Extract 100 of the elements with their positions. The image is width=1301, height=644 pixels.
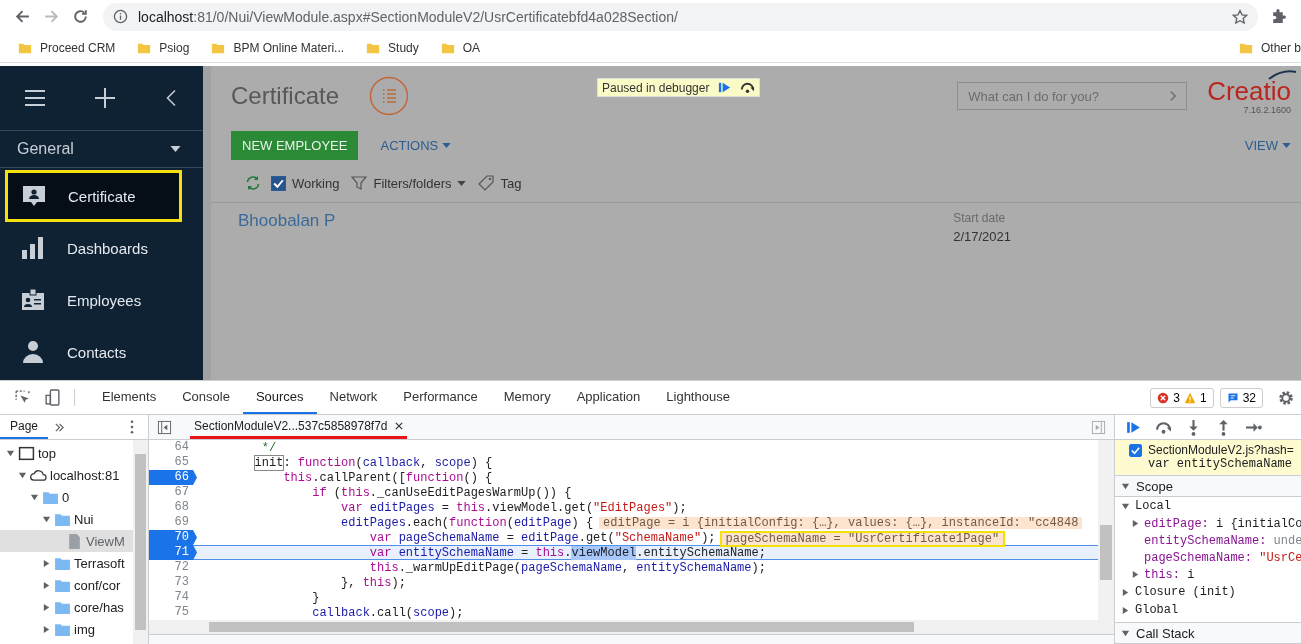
caret-icon — [457, 180, 467, 186]
page-title: Certificate — [231, 82, 340, 110]
sidebar-item[interactable]: Contacts — [0, 326, 203, 378]
code-line: if (this._canUseEditPagesWarmUp()) { — [311, 485, 572, 500]
tree-toggle-icon[interactable] — [42, 602, 51, 612]
close-icon[interactable] — [395, 421, 404, 430]
scope-header[interactable]: Scope — [1115, 476, 1301, 497]
tree-item[interactable]: img — [0, 618, 133, 640]
tree-item[interactable]: localhost:81 — [0, 464, 133, 486]
scope-variable[interactable]: editPage: i {initialCo — [1115, 515, 1301, 532]
tree-toggle-icon[interactable] — [42, 624, 51, 634]
working-label: Working — [292, 175, 340, 191]
scope-variable[interactable]: this: i — [1115, 566, 1301, 583]
devtools-tab[interactable]: Console — [169, 381, 243, 414]
device-icon[interactable] — [44, 389, 61, 406]
tree-toggle-icon[interactable] — [30, 492, 39, 502]
id-card-icon — [22, 184, 46, 208]
resume-icon[interactable] — [717, 80, 733, 95]
warning-icon — [1183, 391, 1196, 404]
line-number[interactable]: 67 — [149, 485, 197, 500]
filter-icon[interactable] — [351, 175, 368, 191]
line-number[interactable]: 69 — [149, 515, 197, 530]
more-tabs-icon[interactable] — [54, 421, 66, 433]
breakpoint-file[interactable]: SectionModuleV2.js?hash= — [1148, 443, 1294, 457]
tree-toggle-icon[interactable] — [42, 514, 51, 524]
bookmark[interactable]: OA — [440, 40, 481, 55]
line-number[interactable]: 68 — [149, 500, 197, 515]
search-field[interactable]: What can I do for you? — [957, 82, 1188, 110]
sidebar-item[interactable]: Employees — [0, 274, 203, 326]
breakpoint-checkbox[interactable] — [1129, 443, 1142, 457]
sidebar-toggle-icon[interactable] — [1091, 419, 1106, 435]
sidebar-item[interactable]: Certificate — [5, 170, 182, 222]
info-icon[interactable] — [113, 9, 128, 24]
scope-variable[interactable]: pageSchemaName: "UsrCe — [1115, 549, 1301, 566]
tree-toggle-icon[interactable] — [6, 448, 15, 458]
tree-item[interactable]: core/has — [0, 596, 133, 618]
code-line: } — [311, 590, 320, 605]
line-number[interactable]: 64 — [149, 440, 197, 455]
working-checkbox[interactable] — [271, 175, 286, 191]
tree-item[interactable]: ViewM — [0, 530, 133, 552]
step-over-icon[interactable] — [740, 80, 756, 95]
badge-icon — [21, 288, 45, 312]
bookmark[interactable]: Psiog — [137, 40, 190, 55]
line-number[interactable]: 75 — [149, 605, 197, 620]
tree-toggle-icon[interactable] — [18, 470, 27, 480]
message-count: 32 — [1242, 390, 1256, 405]
sidebar-toggle-icon[interactable] — [157, 419, 172, 435]
devtools-tab[interactable]: Memory — [490, 381, 564, 414]
devtools-tab[interactable]: Application — [563, 381, 654, 414]
tag-icon[interactable] — [478, 175, 495, 191]
filters-dropdown[interactable]: Filters/folders — [373, 175, 452, 191]
messages-counter[interactable]: 32 — [1219, 387, 1263, 408]
devtools-tab[interactable]: Elements — [89, 381, 170, 414]
new-employee-button[interactable]: NEW EMPLOYEE — [231, 130, 359, 160]
inspect-icon[interactable] — [14, 389, 31, 406]
puzzle-icon[interactable] — [1270, 8, 1287, 25]
star-icon[interactable] — [1232, 8, 1248, 25]
tree-item[interactable]: top — [0, 442, 133, 464]
tree-item[interactable]: Terrasoft — [0, 552, 133, 574]
scrollbar[interactable] — [149, 620, 1114, 634]
back-icon[interactable] — [14, 8, 31, 25]
bookmark[interactable]: Other b — [1238, 40, 1301, 55]
scope-variable[interactable]: entitySchemaName: unde — [1115, 532, 1301, 549]
tree-toggle-icon[interactable] — [42, 580, 51, 590]
address-bar[interactable]: localhost:81/0/Nui/ViewModule.aspx#SectionModuleV2/UsrCertificatebfd4a028Section/ — [103, 2, 1258, 31]
tree-item[interactable]: conf/cor — [0, 574, 133, 596]
tree-item[interactable]: 0 — [0, 486, 133, 508]
bookmark[interactable]: BPM Online Materi... — [211, 40, 345, 55]
devtools-tab[interactable]: Network — [316, 381, 391, 414]
scrollbar[interactable] — [133, 440, 148, 644]
line-number[interactable]: 66 — [149, 470, 197, 485]
devtools-tab[interactable]: Lighthouse — [653, 381, 743, 414]
scope-group[interactable]: Global — [1115, 601, 1301, 619]
call-stack-header[interactable]: Call Stack — [1115, 622, 1301, 644]
settings-icon[interactable] — [1277, 388, 1295, 407]
bookmark[interactable]: Proceed CRM — [18, 40, 116, 55]
scope-group[interactable]: Closure (init) — [1115, 583, 1301, 601]
sidebar-item[interactable]: Dashboards — [0, 222, 203, 274]
reload-icon[interactable] — [72, 8, 89, 25]
tree-toggle-icon[interactable] — [42, 558, 51, 568]
error-icon — [1157, 391, 1170, 404]
issues-counter[interactable]: 3 1 — [1150, 387, 1214, 408]
line-number[interactable]: 72 — [149, 560, 197, 575]
line-number[interactable]: 74 — [149, 590, 197, 605]
code-line: this._warmUpEditPage(pageSchemaName, entitySchemaName); — [368, 560, 766, 575]
bookmark[interactable]: Study — [366, 40, 419, 55]
plus-icon[interactable] — [93, 86, 117, 110]
tag-label[interactable]: Tag — [500, 175, 522, 191]
line-number[interactable]: 71 — [149, 545, 197, 560]
page-tab[interactable]: Page — [0, 415, 49, 439]
line-number[interactable]: 65 — [149, 455, 197, 470]
tree-item[interactable]: Nui — [0, 508, 133, 530]
line-number[interactable]: 73 — [149, 575, 197, 590]
scrollbar[interactable] — [1098, 440, 1114, 620]
swoosh-icon — [1267, 69, 1297, 81]
scope-group[interactable]: Local — [1115, 497, 1301, 515]
kebab-menu-icon[interactable] — [130, 420, 134, 434]
code-line: init: function(callback, scope) { — [253, 455, 493, 470]
devtools-tab[interactable]: Performance — [390, 381, 491, 414]
line-number[interactable]: 70 — [149, 530, 197, 545]
